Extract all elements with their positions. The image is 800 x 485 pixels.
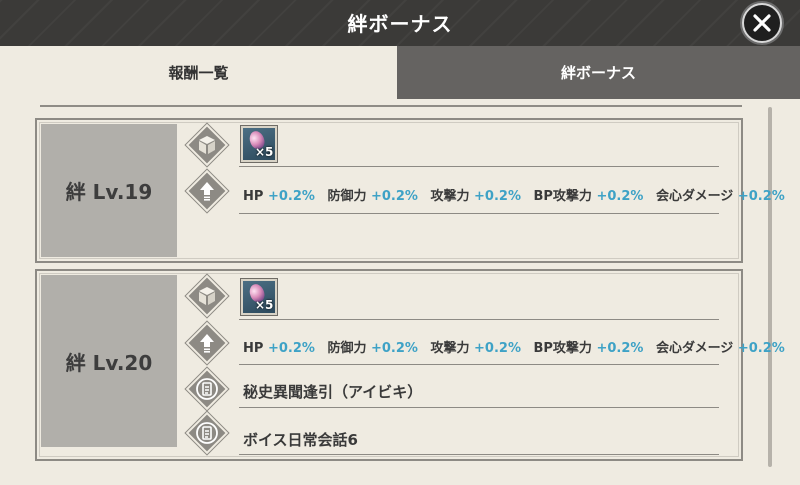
stat-bonus: 攻撃力 +0.2%: [430, 189, 521, 204]
divider: [239, 319, 719, 320]
stat-bonus: BP攻撃力 +0.2%: [533, 189, 644, 204]
gem-item-icon[interactable]: ×5: [241, 279, 277, 315]
divider: [239, 213, 719, 214]
stat-bonus: 攻撃力 +0.2%: [430, 341, 521, 356]
document-reward-marker: [185, 411, 229, 455]
title-bar: 絆ボーナス: [0, 0, 800, 46]
previous-card-edge: [40, 103, 742, 107]
divider: [239, 166, 719, 167]
stat-bonus-list: HP +0.2% 防御力 +0.2% 攻撃力 +0.2% BP攻撃力 +0.2%…: [243, 185, 793, 204]
bond-level-label: 絆 Lv.19: [41, 124, 177, 257]
document-icon: [196, 422, 218, 444]
gift-box-icon: [199, 136, 215, 154]
stat-bonus-marker: [185, 169, 229, 213]
reward-voice-title: ボイス日常会話6: [243, 431, 358, 449]
tab-bar: 報酬一覧 絆ボーナス: [0, 46, 800, 99]
item-reward-marker: [185, 123, 229, 167]
close-button[interactable]: [742, 3, 782, 43]
bond-level-text: 絆 Lv.20: [65, 350, 153, 375]
reward-story-title: 秘史異聞逢引（アイビキ）: [243, 383, 423, 401]
divider: [239, 407, 719, 408]
item-quantity: ×5: [255, 145, 274, 159]
stat-bonus: 会心ダメージ +0.2%: [655, 189, 785, 204]
tab-reward-list[interactable]: 報酬一覧: [0, 46, 397, 99]
stat-bonus: BP攻撃力 +0.2%: [533, 341, 644, 356]
divider: [239, 454, 719, 455]
bond-level-text: 絆 Lv.19: [65, 180, 153, 204]
stat-bonus-list: HP +0.2% 防御力 +0.2% 攻撃力 +0.2% BP攻撃力 +0.2%…: [243, 337, 793, 356]
item-reward-marker: [185, 274, 229, 318]
scrollbar[interactable]: [768, 107, 772, 467]
bond-level-label: 絆 Lv.20: [41, 275, 177, 447]
bond-level-card: 絆 Lv.20 ×5 HP +0.2% 防御力 +0.2% 攻撃力 +0.2% …: [35, 269, 785, 461]
document-reward-marker: [185, 367, 229, 411]
reward-list[interactable]: 絆 Lv.19 ×5 HP +0.2% 防御力 +0.2% 攻撃力 +0.2% …: [0, 99, 800, 485]
stat-bonus: HP +0.2%: [243, 189, 315, 204]
bond-level-card: 絆 Lv.19 ×5 HP +0.2% 防御力 +0.2% 攻撃力 +0.2% …: [35, 118, 785, 263]
gem-item-icon[interactable]: ×5: [241, 126, 277, 162]
stat-bonus: 防御力 +0.2%: [327, 341, 418, 356]
arrow-up-icon: [200, 182, 214, 201]
item-quantity: ×5: [255, 298, 274, 312]
stat-bonus: HP +0.2%: [243, 341, 315, 356]
divider: [239, 364, 719, 365]
document-icon: [196, 378, 218, 400]
tab-bond-bonus[interactable]: 絆ボーナス: [397, 46, 800, 99]
arrow-up-icon: [200, 334, 214, 353]
stat-bonus-marker: [185, 321, 229, 365]
stat-bonus: 防御力 +0.2%: [327, 189, 418, 204]
close-icon: [753, 14, 771, 32]
gift-box-icon: [199, 287, 215, 305]
stat-bonus: 会心ダメージ +0.2%: [655, 341, 785, 356]
page-title: 絆ボーナス: [347, 12, 453, 36]
